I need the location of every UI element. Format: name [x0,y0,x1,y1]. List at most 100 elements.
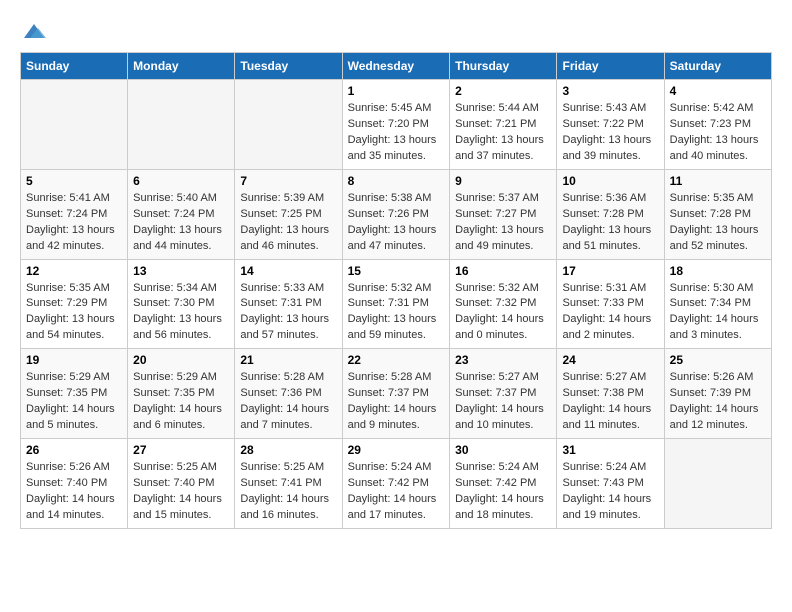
day-cell [235,80,342,170]
week-row-4: 19 Sunrise: 5:29 AMSunset: 7:35 PMDayligh… [21,349,772,439]
calendar-header-thursday: Thursday [450,53,557,80]
page-header [20,20,772,42]
day-info: Sunrise: 5:32 AMSunset: 7:32 PMDaylight:… [455,281,551,345]
day-cell: 20 Sunrise: 5:29 AMSunset: 7:35 PMDayligh… [128,349,235,439]
day-cell: 23Sunrise: 5:27 AMSunset: 7:37 PMDayligh… [450,349,557,439]
day-cell: 6Sunrise: 5:40 AMSunset: 7:24 PMDaylight… [128,169,235,259]
day-cell [128,80,235,170]
day-number: 21 [240,353,336,367]
day-number: 10 [562,174,658,188]
day-info: Sunrise: 5:35 AMSunset: 7:28 PMDaylight:… [670,191,766,255]
day-number: 14 [240,264,336,278]
day-number: 30 [455,443,551,457]
day-info: Sunrise: 5:26 AMSunset: 7:40 PMDaylight:… [26,460,122,524]
day-cell: 25 Sunrise: 5:26 AMSunset: 7:39 PMDayligh… [664,349,771,439]
day-number: 6 [133,174,229,188]
day-number: 7 [240,174,336,188]
day-info: Sunrise: 5:44 AMSunset: 7:21 PMDaylight:… [455,101,551,165]
day-info: Sunrise: 5:29 AMSunset: 7:35 PMDaylight:… [26,370,122,434]
calendar-header-wednesday: Wednesday [342,53,450,80]
day-cell: 19 Sunrise: 5:29 AMSunset: 7:35 PMDayligh… [21,349,128,439]
calendar: SundayMondayTuesdayWednesdayThursdayFrid… [20,52,772,529]
day-cell: 10 Sunrise: 5:36 AMSunset: 7:28 PMDayligh… [557,169,664,259]
day-number: 26 [26,443,122,457]
day-info: Sunrise: 5:41 AMSunset: 7:24 PMDaylight:… [26,191,122,255]
day-info: Sunrise: 5:24 AMSunset: 7:42 PMDaylight:… [348,460,445,524]
day-cell: 11Sunrise: 5:35 AMSunset: 7:28 PMDayligh… [664,169,771,259]
day-number: 31 [562,443,658,457]
day-info: Sunrise: 5:33 AMSunset: 7:31 PMDaylight:… [240,281,336,345]
day-number: 17 [562,264,658,278]
day-info: Sunrise: 5:31 AMSunset: 7:33 PMDaylight:… [562,281,658,345]
day-cell: 4 Sunrise: 5:42 AMSunset: 7:23 PMDaylight… [664,80,771,170]
day-info: Sunrise: 5:37 AMSunset: 7:27 PMDaylight:… [455,191,551,255]
day-number: 22 [348,353,445,367]
day-number: 4 [670,84,766,98]
day-number: 8 [348,174,445,188]
day-info: Sunrise: 5:34 AMSunset: 7:30 PMDaylight:… [133,281,229,345]
week-row-5: 26 Sunrise: 5:26 AMSunset: 7:40 PMDayligh… [21,439,772,529]
day-info: Sunrise: 5:45 AMSunset: 7:20 PMDaylight:… [348,101,445,165]
day-number: 25 [670,353,766,367]
day-info: Sunrise: 5:28 AMSunset: 7:36 PMDaylight:… [240,370,336,434]
day-cell: 12Sunrise: 5:35 AMSunset: 7:29 PMDayligh… [21,259,128,349]
day-cell: 5 Sunrise: 5:41 AMSunset: 7:24 PMDaylight… [21,169,128,259]
day-cell: 29 Sunrise: 5:24 AMSunset: 7:42 PMDayligh… [342,439,450,529]
day-cell: 24 Sunrise: 5:27 AMSunset: 7:38 PMDayligh… [557,349,664,439]
day-cell: 16Sunrise: 5:32 AMSunset: 7:32 PMDayligh… [450,259,557,349]
day-cell: 30Sunrise: 5:24 AMSunset: 7:42 PMDayligh… [450,439,557,529]
week-row-1: 1 Sunrise: 5:45 AMSunset: 7:20 PMDaylight… [21,80,772,170]
day-cell [664,439,771,529]
day-cell: 28 Sunrise: 5:25 AMSunset: 7:41 PMDayligh… [235,439,342,529]
day-info: Sunrise: 5:29 AMSunset: 7:35 PMDaylight:… [133,370,229,434]
day-cell: 14 Sunrise: 5:33 AMSunset: 7:31 PMDayligh… [235,259,342,349]
day-cell: 7 Sunrise: 5:39 AMSunset: 7:25 PMDaylight… [235,169,342,259]
day-cell: 9 Sunrise: 5:37 AMSunset: 7:27 PMDaylight… [450,169,557,259]
day-cell: 1 Sunrise: 5:45 AMSunset: 7:20 PMDaylight… [342,80,450,170]
day-info: Sunrise: 5:24 AMSunset: 7:43 PMDaylight:… [562,460,658,524]
day-info: Sunrise: 5:27 AMSunset: 7:37 PMDaylight:… [455,370,551,434]
day-number: 19 [26,353,122,367]
day-number: 20 [133,353,229,367]
day-cell: 22Sunrise: 5:28 AMSunset: 7:37 PMDayligh… [342,349,450,439]
logo-icon [20,20,48,42]
week-row-2: 5 Sunrise: 5:41 AMSunset: 7:24 PMDaylight… [21,169,772,259]
calendar-header-tuesday: Tuesday [235,53,342,80]
calendar-header-friday: Friday [557,53,664,80]
day-number: 1 [348,84,445,98]
logo [20,20,52,42]
day-info: Sunrise: 5:27 AMSunset: 7:38 PMDaylight:… [562,370,658,434]
day-info: Sunrise: 5:32 AMSunset: 7:31 PMDaylight:… [348,281,445,345]
day-cell: 15Sunrise: 5:32 AMSunset: 7:31 PMDayligh… [342,259,450,349]
day-number: 13 [133,264,229,278]
day-cell: 26 Sunrise: 5:26 AMSunset: 7:40 PMDayligh… [21,439,128,529]
day-number: 18 [670,264,766,278]
day-info: Sunrise: 5:42 AMSunset: 7:23 PMDaylight:… [670,101,766,165]
day-number: 27 [133,443,229,457]
day-number: 5 [26,174,122,188]
day-number: 24 [562,353,658,367]
day-info: Sunrise: 5:26 AMSunset: 7:39 PMDaylight:… [670,370,766,434]
day-info: Sunrise: 5:43 AMSunset: 7:22 PMDaylight:… [562,101,658,165]
day-info: Sunrise: 5:36 AMSunset: 7:28 PMDaylight:… [562,191,658,255]
day-info: Sunrise: 5:39 AMSunset: 7:25 PMDaylight:… [240,191,336,255]
day-cell: 17 Sunrise: 5:31 AMSunset: 7:33 PMDayligh… [557,259,664,349]
day-cell [21,80,128,170]
calendar-header-saturday: Saturday [664,53,771,80]
day-info: Sunrise: 5:25 AMSunset: 7:40 PMDaylight:… [133,460,229,524]
day-number: 9 [455,174,551,188]
day-cell: 2 Sunrise: 5:44 AMSunset: 7:21 PMDaylight… [450,80,557,170]
day-cell: 3 Sunrise: 5:43 AMSunset: 7:22 PMDaylight… [557,80,664,170]
day-number: 29 [348,443,445,457]
day-number: 2 [455,84,551,98]
day-info: Sunrise: 5:25 AMSunset: 7:41 PMDaylight:… [240,460,336,524]
week-row-3: 12Sunrise: 5:35 AMSunset: 7:29 PMDayligh… [21,259,772,349]
day-number: 12 [26,264,122,278]
day-cell: 27 Sunrise: 5:25 AMSunset: 7:40 PMDayligh… [128,439,235,529]
day-cell: 8 Sunrise: 5:38 AMSunset: 7:26 PMDaylight… [342,169,450,259]
day-number: 3 [562,84,658,98]
day-number: 28 [240,443,336,457]
day-cell: 31 Sunrise: 5:24 AMSunset: 7:43 PMDayligh… [557,439,664,529]
day-info: Sunrise: 5:38 AMSunset: 7:26 PMDaylight:… [348,191,445,255]
calendar-header-row: SundayMondayTuesdayWednesdayThursdayFrid… [21,53,772,80]
